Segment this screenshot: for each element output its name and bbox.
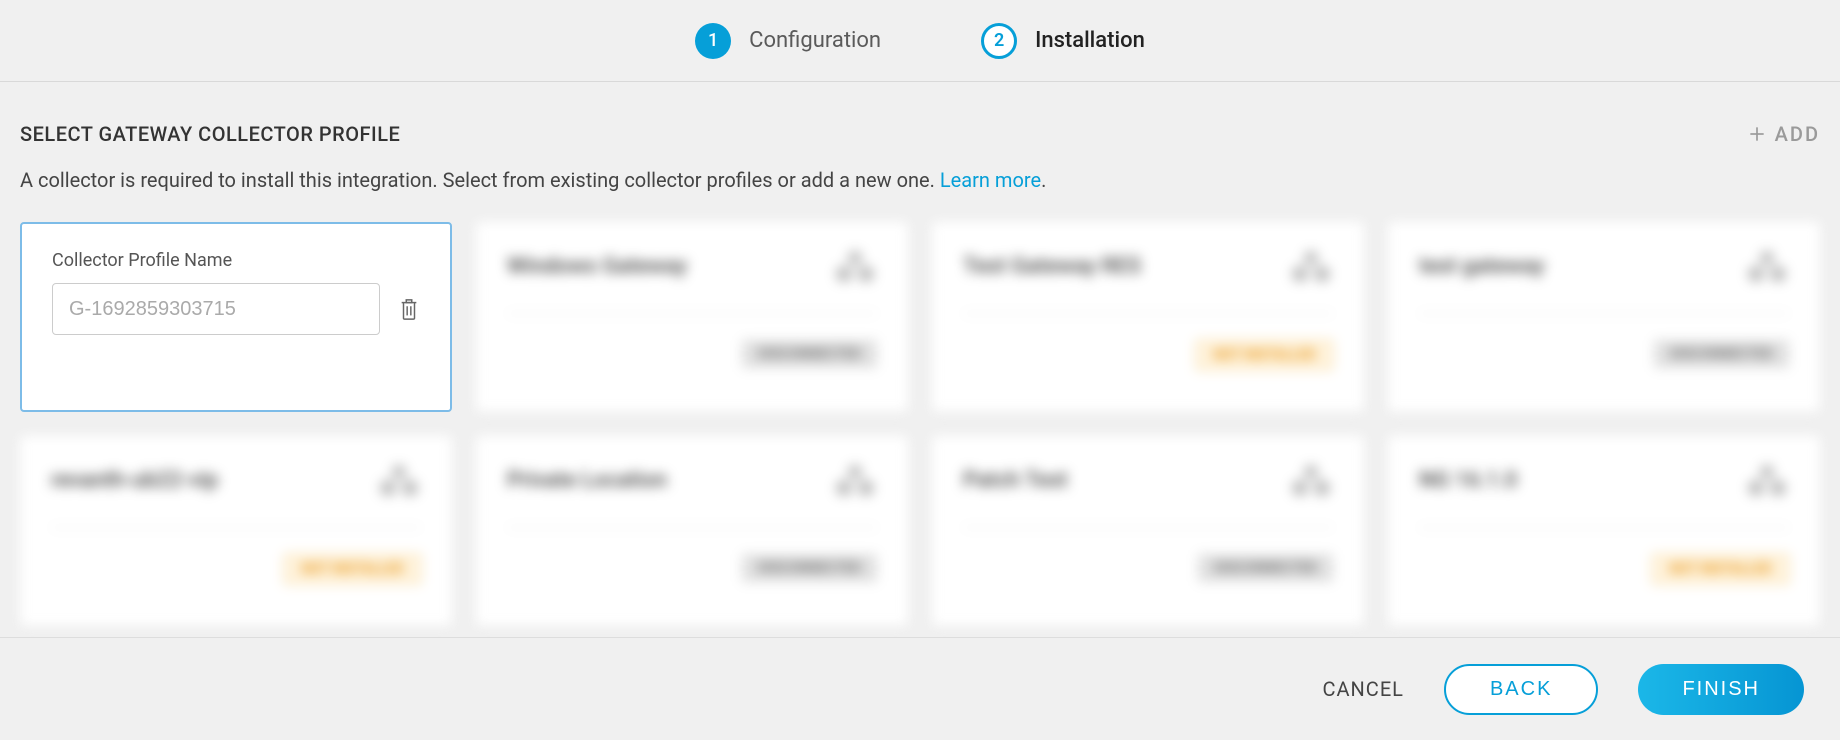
step-label-configuration: Configuration <box>749 28 881 53</box>
step-installation[interactable]: 2 Installation <box>981 23 1145 59</box>
profile-card-title: Test Gateway RES <box>963 254 1141 279</box>
status-badge: DISCONNECTED <box>1198 554 1333 582</box>
profile-name-label: Collector Profile Name <box>52 250 420 271</box>
profile-card-title: Windows Gateway <box>507 254 687 279</box>
nodes-icon <box>1289 249 1333 283</box>
wizard-footer: CANCEL BACK FINISH <box>0 637 1840 740</box>
profile-card-title: Patch Test <box>963 468 1068 493</box>
finish-button[interactable]: FINISH <box>1638 664 1804 715</box>
status-badge: DISCONNECTED <box>1654 340 1789 368</box>
step-number-1: 1 <box>695 23 731 59</box>
profile-grid: Collector Profile Name Windows Gateway D… <box>20 222 1820 626</box>
new-profile-card[interactable]: Collector Profile Name <box>20 222 452 412</box>
status-badge: NOT INSTALLED <box>284 554 421 584</box>
profile-card-title: NG 16.1.0 <box>1419 468 1517 493</box>
step-number-2: 2 <box>981 23 1017 59</box>
status-badge: NOT INSTALLED <box>1196 340 1333 370</box>
add-profile-button[interactable]: ADD <box>1747 122 1820 146</box>
wizard-stepper: 1 Configuration 2 Installation <box>0 0 1840 82</box>
plus-icon <box>1747 124 1767 144</box>
nodes-icon <box>833 463 877 497</box>
step-label-installation: Installation <box>1035 28 1145 53</box>
profile-card-title: revanth-ub22-vip <box>51 468 218 493</box>
profile-card-title: test gateway <box>1419 254 1544 279</box>
profile-card[interactable]: Test Gateway RES NOT INSTALLED <box>932 222 1364 412</box>
profile-card[interactable]: Patch Test DISCONNECTED <box>932 436 1364 626</box>
section-description: A collector is required to install this … <box>20 168 1820 192</box>
nodes-icon <box>833 249 877 283</box>
status-badge: NOT INSTALLED <box>1652 554 1789 584</box>
section-title: SELECT GATEWAY COLLECTOR PROFILE <box>20 122 400 146</box>
main-scroll-region[interactable]: SELECT GATEWAY COLLECTOR PROFILE ADD A c… <box>0 82 1840 637</box>
back-button[interactable]: BACK <box>1444 664 1598 715</box>
profile-card[interactable]: NG 16.1.0 NOT INSTALLED <box>1388 436 1820 626</box>
profile-card[interactable]: test gateway DISCONNECTED <box>1388 222 1820 412</box>
add-label: ADD <box>1775 122 1820 146</box>
nodes-icon <box>1745 249 1789 283</box>
learn-more-link[interactable]: Learn more <box>940 168 1041 192</box>
nodes-icon <box>1745 463 1789 497</box>
trash-icon[interactable] <box>398 297 420 321</box>
profile-card[interactable]: revanth-ub22-vip NOT INSTALLED <box>20 436 452 626</box>
nodes-icon <box>377 463 421 497</box>
profile-card[interactable]: Windows Gateway DISCONNECTED <box>476 222 908 412</box>
profile-name-input[interactable] <box>52 283 380 335</box>
profile-card[interactable]: Private Location DISCONNECTED <box>476 436 908 626</box>
status-badge: DISCONNECTED <box>742 554 877 582</box>
status-badge: DISCONNECTED <box>742 340 877 368</box>
nodes-icon <box>1289 463 1333 497</box>
profile-card-title: Private Location <box>507 468 667 493</box>
cancel-button[interactable]: CANCEL <box>1322 677 1404 701</box>
step-configuration[interactable]: 1 Configuration <box>695 23 881 59</box>
